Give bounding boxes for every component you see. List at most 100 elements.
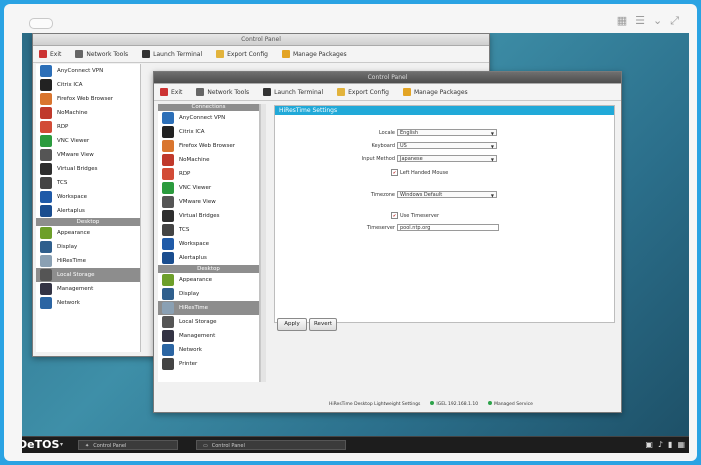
sidebar-item-vmware-view[interactable]: VMware View (36, 148, 140, 162)
sidebar-item-workspace[interactable]: Workspace (158, 237, 259, 251)
sidebar-item-nomachine[interactable]: NoMachine (158, 153, 259, 167)
alertaplus-icon (162, 252, 174, 264)
sidebar-item-anyconnect-vpn[interactable]: AnyConnect VPN (36, 64, 140, 78)
sidebar-item-label: Local Storage (57, 272, 95, 278)
sidebar-item-rdp[interactable]: RDP (158, 167, 259, 181)
monitor-icon[interactable]: ▣ (645, 440, 653, 449)
sidebar-item-hirestime[interactable]: HiResTime (158, 301, 259, 315)
sidebar-item-firefox-web-browser[interactable]: Firefox Web Browser (36, 92, 140, 106)
frame-pill[interactable] (29, 18, 53, 29)
sidebar-item-display[interactable]: Display (36, 240, 140, 254)
sidebar-item-workspace[interactable]: Workspace (36, 190, 140, 204)
sidebar-item-alertaplus[interactable]: Alertaplus (158, 251, 259, 265)
vmware-view-icon (40, 149, 52, 161)
toolbar-manage-packages[interactable]: Manage Packages (402, 88, 468, 96)
revert-button[interactable]: Revert (309, 318, 337, 331)
sidebar-item-rdp[interactable]: RDP (36, 120, 140, 134)
sidebar-item-vnc-viewer[interactable]: VNC Viewer (158, 181, 259, 195)
sidebar-item-nomachine[interactable]: NoMachine (36, 106, 140, 120)
keyboard-select[interactable]: US ▼ (397, 142, 497, 149)
sidebar-item-firefox-web-browser[interactable]: Firefox Web Browser (158, 139, 259, 153)
sidebar-item-virtual-bridges[interactable]: Virtual Bridges (158, 209, 259, 223)
virtual-bridges-icon (40, 163, 52, 175)
sidebar-item-alertaplus[interactable]: Alertaplus (36, 204, 140, 218)
sidebar-item-management[interactable]: Management (36, 282, 140, 296)
grid-icon[interactable]: ▦ (617, 14, 627, 28)
tcs-icon (40, 177, 52, 189)
timeserver-input[interactable]: pool.ntp.org (397, 224, 499, 231)
taskbar-item-2[interactable]: ▭ Control Panel (196, 440, 346, 450)
nav-header: Connections (158, 104, 259, 111)
sidebar-item-vmware-view[interactable]: VMware View (158, 195, 259, 209)
back-toolbar-export[interactable]: Export Config (216, 50, 268, 58)
status-version: HiResTime Desktop Lightweight Settings (329, 401, 421, 407)
vnc-viewer-icon (162, 182, 174, 194)
sidebar-item-local-storage[interactable]: Local Storage (36, 268, 140, 282)
expand-icon[interactable]: ⤢ (670, 14, 679, 28)
sidebar-item-label: Workspace (179, 241, 210, 247)
sidebar-item-label: Management (57, 286, 94, 292)
toolbar-exit[interactable]: Exit (160, 88, 182, 96)
checkbox-checked-icon[interactable]: ✔ (391, 169, 398, 176)
use-timeserver[interactable]: ✔ Use Timeserver (391, 212, 439, 219)
sidebar-item-label: HiResTime (57, 258, 86, 264)
input-method-select[interactable]: Japanese ▼ (397, 155, 497, 162)
apply-button[interactable]: Apply (277, 318, 307, 331)
sidebar-item-label: Printer (179, 361, 198, 367)
sidebar-item-citrix-ica[interactable]: Citrix ICA (36, 78, 140, 92)
battery-icon[interactable]: ▮ (668, 440, 672, 449)
start-menu-icon[interactable]: ▾ (60, 441, 63, 448)
sidebar-item-label: Local Storage (179, 319, 217, 325)
sidebar-item-tcs[interactable]: TCS (158, 223, 259, 237)
left-handed-mouse[interactable]: ✔ Left Handed Mouse (391, 169, 448, 176)
sidebar-item-hirestime[interactable]: HiResTime (36, 254, 140, 268)
back-toolbar-network[interactable]: Network Tools (75, 50, 128, 58)
sidebar-item-citrix-ica[interactable]: Citrix ICA (158, 125, 259, 139)
taskbar-logo[interactable]: DeTOS (22, 438, 59, 451)
timezone-select[interactable]: Windows Default ▼ (397, 191, 497, 198)
sidebar-item-appearance[interactable]: Appearance (158, 273, 259, 287)
sidebar-item-network[interactable]: Network (158, 343, 259, 357)
chevron-down-icon: ▼ (490, 144, 494, 149)
terminal-icon (142, 50, 151, 58)
sidebar-item-appearance[interactable]: Appearance (36, 226, 140, 240)
sidebar-scrollbar[interactable] (260, 104, 266, 382)
sidebar-item-printer[interactable]: Printer (158, 357, 259, 371)
sidebar-item-local-storage[interactable]: Local Storage (158, 315, 259, 329)
volume-icon[interactable]: ♪ (658, 440, 663, 449)
checkbox-checked-icon[interactable]: ✔ (391, 212, 398, 219)
taskbar-item-1[interactable]: ✦ Control Panel (78, 440, 178, 450)
sidebar-item-label: Citrix ICA (57, 82, 83, 88)
grid-icon[interactable]: ▦ (677, 440, 685, 449)
sidebar-nav: Connections AnyConnect VPN Citrix ICA Fire… (158, 104, 260, 382)
sidebar-item-vnc-viewer[interactable]: VNC Viewer (36, 134, 140, 148)
status-bar: HiResTime Desktop Lightweight Settings I… (329, 399, 533, 409)
sidebar-item-label: AnyConnect VPN (57, 68, 104, 74)
toolbar-launch-terminal[interactable]: Launch Terminal (263, 88, 323, 96)
sidebar-item-label: TCS (57, 180, 68, 186)
toolbar-export-config[interactable]: Export Config (337, 88, 389, 96)
sidebar-item-anyconnect-vpn[interactable]: AnyConnect VPN (158, 111, 259, 125)
sidebar-item-label: Management (179, 333, 216, 339)
back-toolbar-exit[interactable]: Exit (39, 50, 61, 58)
local-storage-icon (40, 269, 52, 281)
appearance-icon (162, 274, 174, 286)
sidebar-item-network[interactable]: Network (36, 296, 140, 310)
toolbar-network-tools[interactable]: Network Tools (196, 88, 249, 96)
keyboard-label: Keyboard (371, 143, 395, 149)
sidebar-item-display[interactable]: Display (158, 287, 259, 301)
sidebar-item-tcs[interactable]: TCS (36, 176, 140, 190)
citrix-ica-icon (162, 126, 174, 138)
window-icon: ✦ (85, 443, 90, 449)
sidebar-item-label: Appearance (57, 230, 91, 236)
locale-select[interactable]: English ▼ (397, 129, 497, 136)
sidebar-item-virtual-bridges[interactable]: Virtual Bridges (36, 162, 140, 176)
nomachine-icon (40, 107, 52, 119)
chevron-down-icon[interactable]: ⌄ (653, 14, 662, 28)
sidebar-item-management[interactable]: Management (158, 329, 259, 343)
list-icon[interactable]: ☰ (635, 14, 645, 28)
back-toolbar-packages[interactable]: Manage Packages (281, 50, 347, 58)
vmware-view-icon (162, 196, 174, 208)
back-toolbar-terminal[interactable]: Launch Terminal (142, 50, 202, 58)
firefox-web-browser-icon (162, 140, 174, 152)
